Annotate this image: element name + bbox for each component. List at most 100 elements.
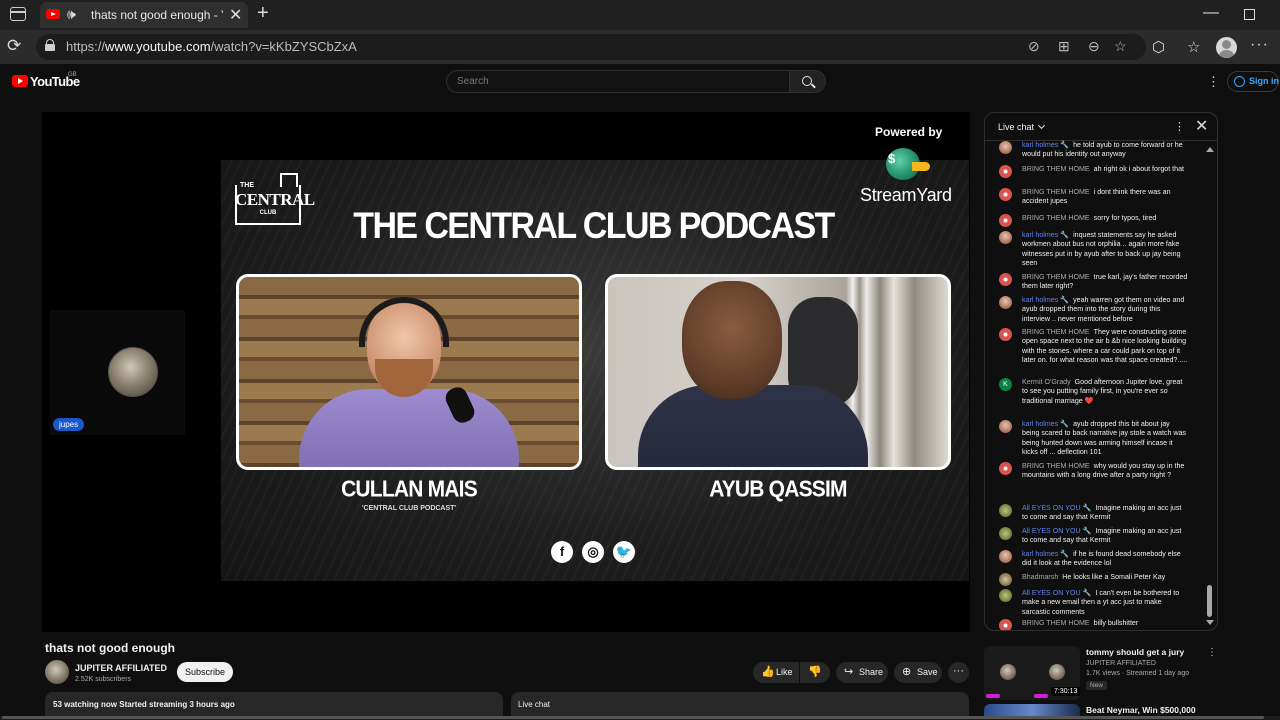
chat-author-avatar[interactable] bbox=[999, 141, 1012, 154]
recommended-title[interactable]: tommy should get a jury bbox=[1086, 647, 1184, 657]
chat-author-name[interactable]: BRING THEM HOME bbox=[1022, 462, 1090, 470]
url-input[interactable]: https://www.youtube.com/watch?v=kKbZYSCb… bbox=[36, 34, 1146, 60]
minimize-icon[interactable]: — bbox=[1203, 4, 1219, 22]
chat-author-name[interactable]: BRING THEM HOME bbox=[1022, 165, 1090, 173]
chat-author-name[interactable]: karl holmes 🔧 bbox=[1022, 231, 1069, 239]
browser-menu-icon[interactable]: ··· bbox=[1250, 36, 1269, 54]
recommended-title[interactable]: Beat Neymar, Win $500,000 bbox=[1086, 705, 1196, 715]
recommended-more-icon[interactable]: ⋮ bbox=[1207, 647, 1217, 658]
favorites-icon[interactable]: ☆ bbox=[1187, 38, 1200, 56]
chat-author-name[interactable]: karl holmes 🔧 bbox=[1022, 550, 1069, 558]
new-tab-icon[interactable]: + bbox=[257, 3, 269, 23]
chat-author-avatar[interactable] bbox=[999, 273, 1012, 286]
chat-author-avatar[interactable] bbox=[999, 296, 1012, 309]
tab-actions-icon[interactable] bbox=[10, 7, 26, 21]
sign-in-button[interactable]: Sign in bbox=[1227, 71, 1279, 92]
chat-author-name[interactable]: karl holmes 🔧 bbox=[1022, 141, 1069, 149]
extensions-icon[interactable]: ⬡ bbox=[1152, 38, 1165, 56]
thumbs-up-icon: 👍 bbox=[761, 666, 775, 678]
chat-message-body: karl holmes 🔧 he told ayub to come forwar… bbox=[1022, 141, 1189, 160]
chat-message-body: All EYES ON YOU 🔧 Imagine making an acc j… bbox=[1022, 504, 1189, 523]
settings-more-icon[interactable]: ⋮ bbox=[1207, 74, 1220, 90]
recommended-video[interactable]: 7:30:13 tommy should get a jury JUPITER … bbox=[984, 646, 1218, 706]
speaker-icon[interactable]: 🕪 bbox=[67, 6, 76, 23]
participant-name-tag: jupes bbox=[53, 418, 85, 431]
chat-author-avatar[interactable] bbox=[999, 420, 1012, 433]
chat-message-body: BRING THEM HOME i dont think there was an… bbox=[1022, 188, 1189, 207]
chat-author-name[interactable]: All EYES ON YOU 🔧 bbox=[1022, 589, 1091, 597]
chat-message-text: sorry for typos, tired bbox=[1093, 214, 1157, 222]
live-chat-mode-dropdown[interactable]: Live chat bbox=[998, 122, 1034, 132]
live-chat-replay-label: Live chat bbox=[518, 700, 551, 709]
chat-author-avatar[interactable] bbox=[999, 165, 1012, 178]
chat-author-avatar[interactable]: K bbox=[999, 378, 1012, 391]
chat-author-avatar[interactable] bbox=[999, 188, 1012, 201]
search-icon bbox=[802, 76, 812, 86]
url-text: https://www.youtube.com/watch?v=kKbZYSCb… bbox=[66, 39, 357, 54]
recommended-meta: 1.7K views · Streamed 1 day ago bbox=[1086, 670, 1190, 677]
chat-author-name[interactable]: BRING THEM HOME bbox=[1022, 214, 1090, 222]
scrollbar-thumb[interactable] bbox=[1207, 585, 1212, 617]
chat-author-avatar[interactable] bbox=[999, 527, 1012, 540]
chat-scrollbar[interactable] bbox=[1206, 145, 1214, 627]
chat-author-name[interactable]: karl holmes 🔧 bbox=[1022, 296, 1069, 304]
search-button[interactable] bbox=[790, 70, 826, 93]
chat-author-avatar[interactable] bbox=[999, 550, 1012, 563]
chat-author-avatar[interactable] bbox=[999, 589, 1012, 602]
maximize-icon[interactable] bbox=[1244, 9, 1255, 20]
chat-message-body: karl holmes 🔧 yeah warren got them on vid… bbox=[1022, 296, 1189, 324]
tracking-prevention-icon[interactable]: ⊘ bbox=[1028, 38, 1040, 55]
chat-author-name[interactable]: Kermit O'Grady bbox=[1022, 378, 1071, 386]
dislike-button[interactable]: 👎 bbox=[800, 662, 830, 683]
browser-tab-bar: 🕪 thats not good enough - YouTube ✕ + — bbox=[0, 0, 1280, 30]
recommended-channel[interactable]: JUPITER AFFILIATED bbox=[1086, 660, 1156, 667]
chat-more-icon[interactable]: ⋮ bbox=[1174, 120, 1185, 133]
powered-by-label: Powered by bbox=[875, 125, 943, 139]
scroll-down-icon[interactable] bbox=[1206, 620, 1214, 625]
chat-message-body: BRING THEM HOME sorry for typos, tired bbox=[1022, 214, 1189, 223]
reload-icon[interactable]: ⟳ bbox=[7, 36, 21, 56]
chat-author-name[interactable]: BRING THEM HOME bbox=[1022, 328, 1090, 336]
chat-message-body: karl holmes 🔧 if he is found dead somebod… bbox=[1022, 550, 1189, 569]
chat-message-body: BRING THEM HOME why would you stay up in … bbox=[1022, 462, 1189, 481]
channel-name[interactable]: JUPITER AFFILIATED bbox=[75, 663, 167, 673]
chat-author-name[interactable]: All EYES ON YOU 🔧 bbox=[1022, 527, 1091, 535]
chat-author-name[interactable]: karl holmes 🔧 bbox=[1022, 420, 1069, 428]
chat-author-avatar[interactable] bbox=[999, 462, 1012, 475]
chat-message-body: karl holmes 🔧 inquest statements say he a… bbox=[1022, 231, 1189, 269]
chat-message-list[interactable]: karl holmes 🔧 he told ayub to come forwar… bbox=[985, 141, 1207, 630]
chat-author-name[interactable]: BRING THEM HOME bbox=[1022, 188, 1090, 196]
save-button[interactable]: ⊕ Save bbox=[894, 662, 942, 683]
youtube-logo-icon[interactable] bbox=[12, 75, 28, 87]
chat-author-name[interactable]: BRING THEM HOME bbox=[1022, 619, 1090, 627]
chat-author-avatar[interactable] bbox=[999, 573, 1012, 586]
close-tab-icon[interactable]: ✕ bbox=[229, 5, 242, 25]
browser-tab[interactable]: 🕪 thats not good enough - YouTube ✕ bbox=[40, 2, 248, 28]
page-scrollbar-thumb[interactable] bbox=[2, 716, 1264, 719]
chat-author-avatar[interactable] bbox=[999, 328, 1012, 341]
twitter-icon: 🐦 bbox=[613, 541, 635, 563]
close-chat-icon[interactable]: ✕ bbox=[1195, 116, 1208, 136]
chat-message-body: BRING THEM HOME They were constructing so… bbox=[1022, 328, 1189, 366]
like-button[interactable]: 👍 Like bbox=[753, 662, 799, 683]
subscribe-button[interactable]: Subscribe bbox=[177, 662, 233, 682]
share-button[interactable]: ↪ Share bbox=[836, 662, 888, 683]
chat-author-name[interactable]: All EYES ON YOU 🔧 bbox=[1022, 504, 1091, 512]
scroll-up-icon[interactable] bbox=[1206, 147, 1214, 152]
app-available-icon[interactable]: ⊞ bbox=[1058, 38, 1070, 55]
more-actions-icon[interactable]: ··· bbox=[948, 662, 969, 683]
chat-author-name[interactable]: Bhadmarsh bbox=[1022, 573, 1058, 581]
chat-author-avatar[interactable] bbox=[999, 504, 1012, 517]
search-input[interactable]: Search bbox=[446, 70, 790, 93]
chat-author-avatar[interactable] bbox=[999, 231, 1012, 244]
chevron-down-icon[interactable] bbox=[1037, 121, 1046, 130]
chat-author-name[interactable]: BRING THEM HOME bbox=[1022, 273, 1090, 281]
chat-author-avatar[interactable] bbox=[999, 619, 1012, 630]
favorite-star-icon[interactable]: ☆ bbox=[1114, 38, 1127, 55]
profile-avatar-icon[interactable] bbox=[1216, 37, 1237, 58]
channel-avatar[interactable] bbox=[45, 660, 69, 684]
zoom-icon[interactable]: ⊖ bbox=[1088, 38, 1100, 55]
chat-author-avatar[interactable] bbox=[999, 214, 1012, 227]
chat-message-body: All EYES ON YOU 🔧 Imagine making an acc j… bbox=[1022, 527, 1189, 546]
lock-icon[interactable] bbox=[45, 39, 55, 51]
